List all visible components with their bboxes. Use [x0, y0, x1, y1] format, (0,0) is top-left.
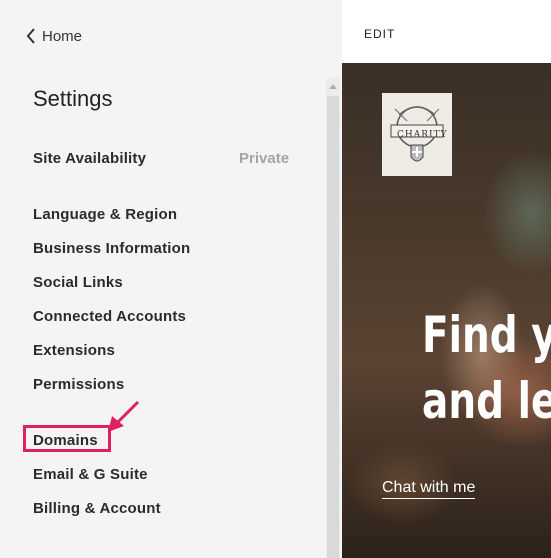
- menu-item-business-information[interactable]: Business Information: [33, 240, 190, 257]
- logo-text: CHARITY: [397, 130, 448, 140]
- site-availability-value: Private: [239, 150, 290, 167]
- menu-item-email-gsuite[interactable]: Email & G Suite: [33, 466, 148, 483]
- menu-item-connected-accounts[interactable]: Connected Accounts: [33, 308, 186, 325]
- page-title: Settings: [33, 86, 113, 111]
- back-home-link[interactable]: Home: [26, 26, 82, 46]
- settings-sidebar: Home Settings Site Availability Private …: [0, 0, 342, 558]
- domains-highlight-box: [23, 425, 111, 452]
- menu-item-language-region[interactable]: Language & Region: [33, 206, 177, 223]
- menu-item-social-links[interactable]: Social Links: [33, 274, 123, 291]
- site-availability-item[interactable]: Site Availability: [33, 150, 146, 167]
- scroll-up-arrow-icon[interactable]: [329, 84, 337, 89]
- back-label: Home: [42, 27, 83, 45]
- chat-with-me-link[interactable]: Chat with me: [382, 479, 476, 499]
- menu-item-permissions[interactable]: Permissions: [33, 376, 124, 393]
- hero-heading-line-2: and le: [422, 372, 551, 430]
- annotation-arrow-icon: [100, 398, 144, 439]
- edit-button[interactable]: EDIT: [364, 27, 395, 41]
- hero-banner: CHARITY Find y and le Chat with me: [342, 63, 551, 558]
- hero-heading-line-1: Find y: [422, 306, 551, 364]
- site-preview: EDIT CHARITY Find y and le Chat with me: [342, 0, 551, 558]
- chevron-left-icon: [26, 28, 36, 44]
- scrollbar-thumb[interactable]: [327, 96, 339, 558]
- menu-item-billing-account[interactable]: Billing & Account: [33, 500, 161, 517]
- site-logo[interactable]: CHARITY: [382, 93, 452, 176]
- menu-item-extensions[interactable]: Extensions: [33, 342, 115, 359]
